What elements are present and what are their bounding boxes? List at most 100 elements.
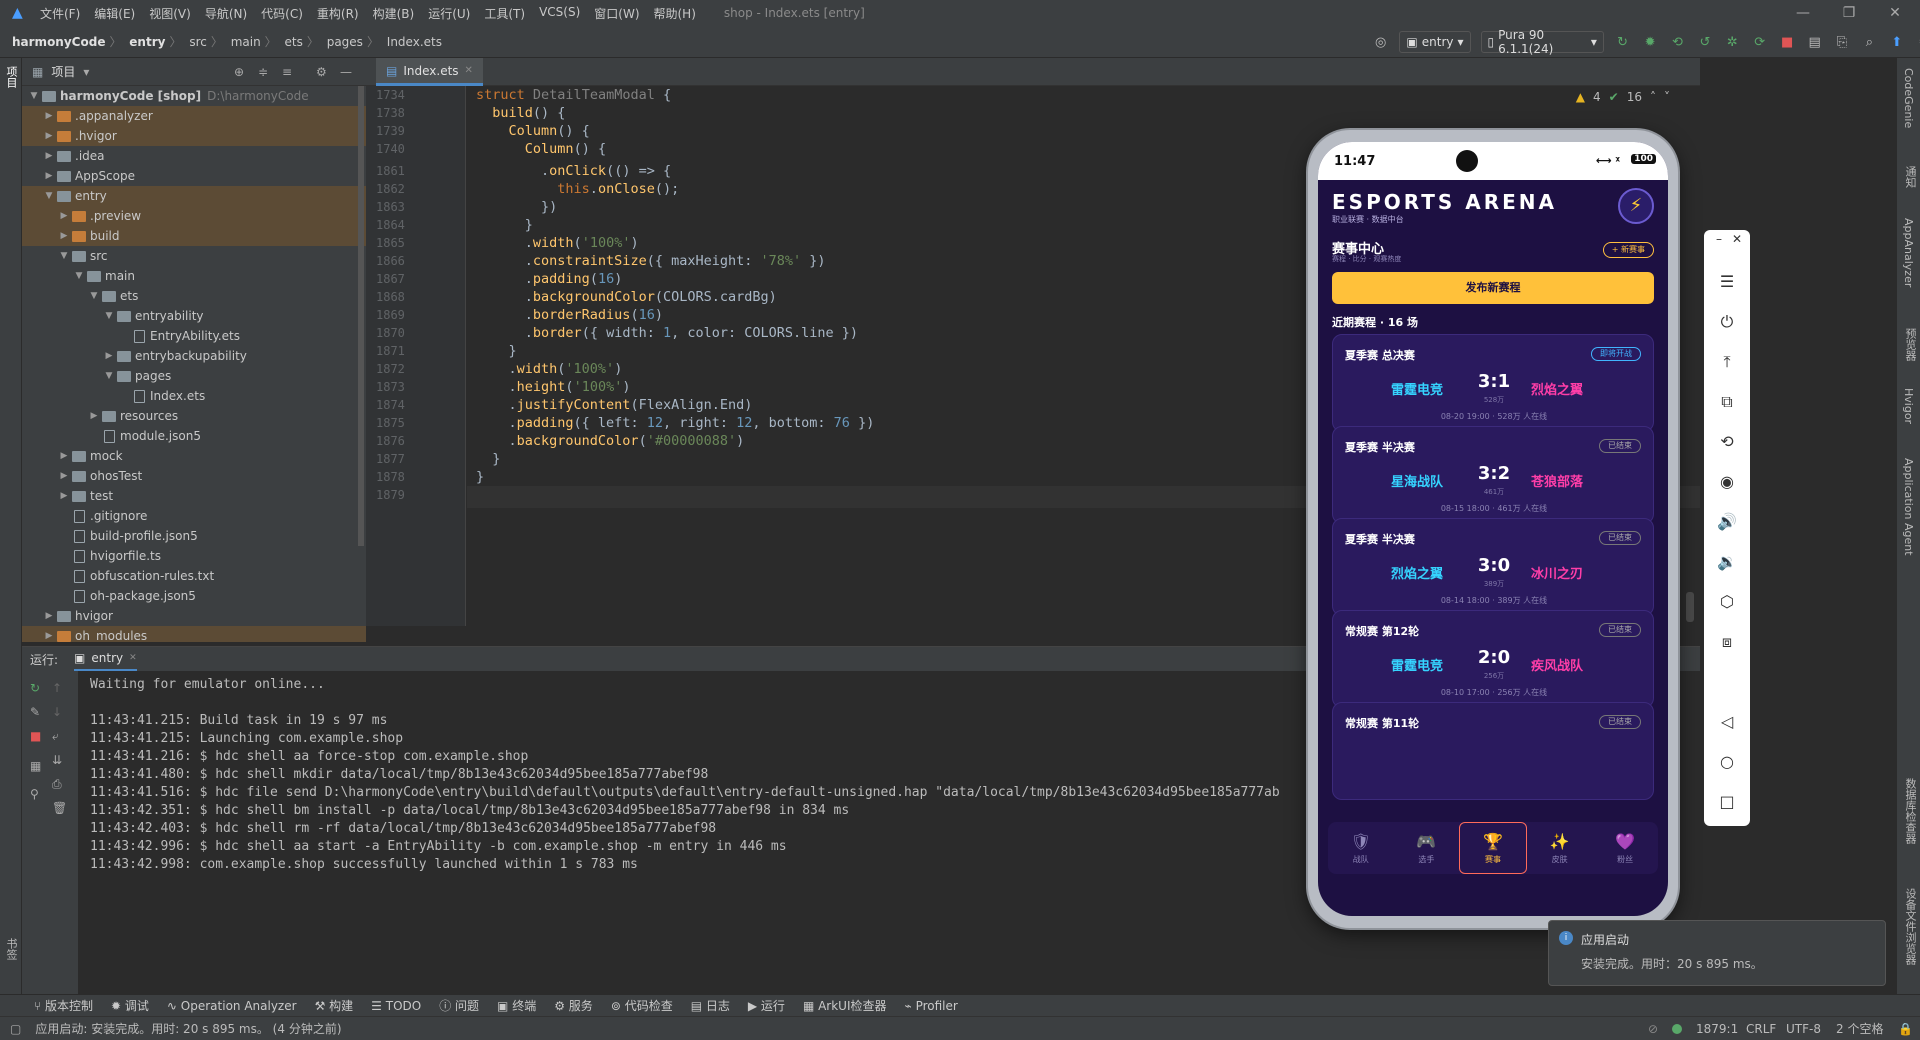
tool-tab[interactable]: ▤ 日志 xyxy=(691,997,730,1014)
tab-index-ets[interactable]: ▤ Index.ets ✕ xyxy=(376,58,483,86)
notification-popup[interactable]: i 应用启动 安装完成。用时：20 s 895 ms。 xyxy=(1548,920,1886,986)
tree-item[interactable]: obfuscation-rules.txt xyxy=(22,566,366,586)
close-button[interactable]: ✕ xyxy=(1872,0,1918,26)
breadcrumb-src[interactable]: src xyxy=(189,35,207,49)
lightning-icon[interactable]: ⚡ xyxy=(1618,188,1654,224)
bookmarks-tool-tab[interactable]: 书签 xyxy=(3,938,19,960)
chevron-right-icon[interactable]: ▶ xyxy=(43,611,55,621)
tool-tab[interactable]: ▶ 运行 xyxy=(748,997,785,1014)
tool-tab[interactable]: ▣ 终端 xyxy=(497,997,536,1014)
tree-item[interactable]: ▶ ohosTest xyxy=(22,466,366,486)
chevron-right-icon[interactable]: ▶ xyxy=(103,351,115,361)
tree-item[interactable]: ▶ .appanalyzer xyxy=(22,106,366,126)
project-tool-tab[interactable]: 项目 xyxy=(3,66,19,88)
hvigor-tool-tab[interactable]: Hvigor xyxy=(1902,388,1915,424)
device-select[interactable]: ▯ Pura 90 6.1.1(24) ▾ xyxy=(1480,28,1604,56)
device-manager-icon[interactable]: ▤ xyxy=(1806,32,1823,52)
code-line[interactable]: } xyxy=(476,217,533,233)
tree-item[interactable]: ▼ pages xyxy=(22,366,366,386)
chevron-right-icon[interactable]: ▶ xyxy=(43,631,55,641)
database-inspector-tool-tab[interactable]: 数据库检查器 xyxy=(1902,778,1918,844)
tree-item[interactable]: ▶ AppScope xyxy=(22,166,366,186)
maximize-button[interactable]: ❐ xyxy=(1826,0,1872,26)
menu-item[interactable]: 构建(B) xyxy=(373,5,415,22)
tool-tab[interactable]: ✹ 调试 xyxy=(111,997,149,1014)
application-agent-tool-tab[interactable]: Application Agent xyxy=(1902,458,1915,556)
hide-icon[interactable]: — xyxy=(340,65,352,79)
layout-icon[interactable]: ▦ xyxy=(30,759,41,773)
arrow-up-icon[interactable]: ↑ xyxy=(52,681,62,695)
tree-item[interactable]: ▼ entryability xyxy=(22,306,366,326)
tree-item[interactable]: Index.ets xyxy=(22,386,366,406)
profile-icon[interactable]: ⟳ xyxy=(1751,32,1768,52)
close-icon[interactable]: ✕ xyxy=(1714,232,1760,246)
tree-item[interactable]: ▶ build xyxy=(22,226,366,246)
match-card[interactable]: 夏季赛 总决赛 即将开战 雷霆电竞 3:1 烈焰之翼 528万 08-20 19:00 · … xyxy=(1332,334,1654,432)
tool-tab[interactable]: ⌁ Profiler xyxy=(905,999,958,1013)
tree-item[interactable]: EntryAbility.ets xyxy=(22,326,366,346)
code-line[interactable]: }) xyxy=(476,199,557,215)
tab-战队[interactable]: 🛡 战队 xyxy=(1328,822,1394,874)
code-line[interactable]: .border({ width: 1, color: COLORS.line }… xyxy=(476,325,858,341)
tree-item[interactable]: ▼ harmonyCode [shop] D:\harmonyCode xyxy=(22,86,366,106)
match-card[interactable]: 夏季赛 半决赛 已结束 烈焰之翼 3:0 冰川之刃 389万 08-14 18:00 · 3… xyxy=(1332,518,1654,616)
inspection-widget[interactable]: ▲ 4 ✔ 16 ˄ ˅ xyxy=(1576,90,1670,104)
tool-tab[interactable]: ⚙ 服务 xyxy=(554,997,593,1014)
chevron-down-icon[interactable]: ▼ xyxy=(103,311,115,321)
tree-item[interactable]: ▼ src xyxy=(22,246,366,266)
chevron-right-icon[interactable]: ▶ xyxy=(58,231,70,241)
tab-粉丝[interactable]: 💜 粉丝 xyxy=(1592,822,1658,874)
soft-wrap-icon[interactable]: ⤶ xyxy=(52,729,59,744)
chevron-down-icon[interactable]: ˅ xyxy=(1664,90,1670,104)
project-panel-title[interactable]: 项目 xyxy=(51,63,75,80)
match-card[interactable]: 常规赛 第12轮 已结束 雷霆电竞 2:0 疾风战队 256万 08-10 17:00 · … xyxy=(1332,610,1654,708)
menu-item[interactable]: 编辑(E) xyxy=(94,5,135,22)
chevron-down-icon[interactable]: ▼ xyxy=(43,191,55,201)
tree-item[interactable]: ▼ main xyxy=(22,266,366,286)
phone-screen[interactable]: 11:47 ⟷ ᵡ 100 ESPORTS ARENA 职业联赛 · 数据中台 … xyxy=(1318,142,1668,916)
tree-scrollbar[interactable] xyxy=(358,86,364,546)
pin-icon[interactable]: ⚲ xyxy=(30,787,39,801)
code-line[interactable]: .borderRadius(16) xyxy=(476,307,663,323)
volume-down-icon[interactable]: 🔉 xyxy=(1704,552,1750,571)
tree-item[interactable]: .gitignore xyxy=(22,506,366,526)
breadcrumb-entry[interactable]: entry xyxy=(129,35,165,49)
stop-icon[interactable]: ■ xyxy=(1778,32,1795,52)
chevron-down-icon[interactable]: ▼ xyxy=(73,271,85,281)
code-line[interactable]: .width('100%') xyxy=(476,235,639,251)
code-line[interactable]: } xyxy=(476,451,500,467)
lock-icon[interactable]: 🔒 xyxy=(1898,1022,1913,1036)
device-file-browser-tool-tab[interactable]: 设备文件浏览器 xyxy=(1902,888,1918,965)
tree-item[interactable]: hvigorfile.ts xyxy=(22,546,366,566)
line-separator[interactable]: CRLF xyxy=(1746,1022,1776,1036)
tree-item[interactable]: ▶ entrybackupability xyxy=(22,346,366,366)
code-line[interactable]: build() { xyxy=(476,105,565,121)
status-message[interactable]: 应用启动: 安装完成。用时: 20 s 895 ms。 (4 分钟之前) xyxy=(35,1020,341,1037)
home-icon[interactable]: ○ xyxy=(1704,752,1750,771)
chevron-right-icon[interactable]: ▶ xyxy=(58,451,70,461)
tree-item[interactable]: ▼ ets xyxy=(22,286,366,306)
file-encoding[interactable]: UTF-8 xyxy=(1786,1022,1821,1036)
breadcrumb-pages[interactable]: pages xyxy=(327,35,363,49)
chevron-right-icon[interactable]: ▶ xyxy=(88,411,100,421)
code-line[interactable]: .onClick(() => { xyxy=(476,163,671,179)
tool-tab[interactable]: ⚒ 构建 xyxy=(315,997,354,1014)
rotate-up-icon[interactable]: ⤒ xyxy=(1704,352,1750,372)
collapse-all-icon[interactable]: ≡ xyxy=(282,65,292,79)
menu-item[interactable]: VCS(S) xyxy=(539,5,580,22)
volume-up-icon[interactable]: 🔊 xyxy=(1704,512,1750,531)
power-icon[interactable]: ⏻ xyxy=(1704,312,1750,332)
locate-icon[interactable]: ⊕ xyxy=(234,65,244,79)
breadcrumb-ets[interactable]: ets xyxy=(285,35,303,49)
tree-item[interactable]: ▶ .preview xyxy=(22,206,366,226)
tree-item[interactable]: oh-package.json5 xyxy=(22,586,366,606)
menu-item[interactable]: 运行(U) xyxy=(428,5,470,22)
tree-item[interactable]: ▶ .idea xyxy=(22,146,366,166)
menu-item[interactable]: 帮助(H) xyxy=(654,5,696,22)
menu-item[interactable]: 视图(V) xyxy=(149,5,191,22)
chevron-down-icon[interactable]: ▼ xyxy=(58,251,70,261)
screenshot-icon[interactable]: ◉ xyxy=(1704,472,1750,491)
print-icon[interactable]: ⎙ xyxy=(52,777,62,792)
notifications-tool-tab[interactable]: 通知 xyxy=(1902,166,1918,188)
arrow-down-icon[interactable]: ↓ xyxy=(52,705,62,719)
